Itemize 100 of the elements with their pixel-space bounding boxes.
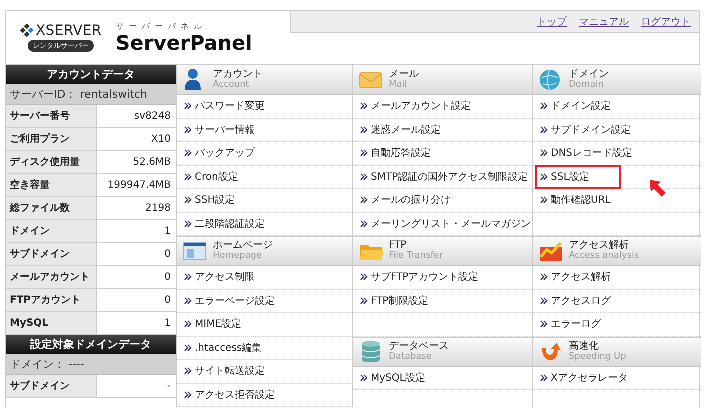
menu-link[interactable]: Cron設定 <box>181 168 242 186</box>
section-subtitle: Homepage <box>213 251 264 262</box>
stat-value: - <box>166 380 172 394</box>
stat-value: 52.6MB <box>132 156 172 170</box>
stat-label: メールアカウント <box>6 266 97 288</box>
menu-link[interactable]: アクセス拒否設定 <box>181 386 278 404</box>
menu-link[interactable]: アクセス解析 <box>537 268 614 286</box>
section-title: データベース <box>389 340 449 352</box>
chevron-icon <box>540 196 548 204</box>
nav-link[interactable]: ログアウト <box>641 14 691 28</box>
stat-label: サーバー番号 <box>6 105 97 127</box>
chevron-icon <box>184 273 192 282</box>
chevron-icon <box>540 320 548 328</box>
stat-value: X10 <box>150 132 172 146</box>
menu-link[interactable]: アクセスログ <box>537 292 614 310</box>
menu-link[interactable]: メーリングリスト・メールマガジン <box>357 214 534 233</box>
stat-label: ご利用プラン <box>6 128 97 150</box>
stat-label: 空き容量 <box>6 174 97 196</box>
chevron-icon <box>184 149 192 158</box>
menu-link[interactable]: バックアップ <box>181 144 258 162</box>
logo-title: ServerPanel <box>116 32 252 54</box>
panel-subheading: ドメイン： ---- <box>6 354 176 375</box>
chevron-icon <box>184 390 192 399</box>
chevron-icon <box>540 102 548 110</box>
stat-label: 総ファイル数 <box>6 197 97 219</box>
menu-link[interactable]: SSL設定 <box>537 166 620 187</box>
menu-link[interactable]: メールの振り分け <box>357 191 454 210</box>
chevron-icon <box>540 172 548 181</box>
chevron-icon <box>184 367 192 376</box>
chevron-icon <box>360 172 368 181</box>
menu-link[interactable]: 動作確認URL <box>537 191 614 210</box>
chevron-icon <box>360 126 368 134</box>
menu-link[interactable]: メールアカウント設定 <box>357 97 474 116</box>
stat-label: サブドメイン <box>6 375 97 397</box>
chevron-icon <box>540 273 548 282</box>
section-title: アクセス解析 <box>569 240 630 251</box>
diamonds-icon <box>20 24 34 38</box>
chart-icon <box>539 239 563 263</box>
menu-link[interactable]: DNSレコード設定 <box>537 144 636 162</box>
chevron-icon <box>360 102 368 110</box>
section-subtitle: Mail <box>389 80 408 90</box>
menu-link[interactable]: FTP制限設定 <box>357 292 432 310</box>
chevron-icon <box>184 102 192 110</box>
menu-link[interactable]: MySQL設定 <box>357 368 428 387</box>
stat-value: 0 <box>164 248 172 262</box>
stat-label: ドメイン <box>6 220 97 242</box>
menu-link[interactable]: パスワード変更 <box>181 97 268 116</box>
menu-link[interactable]: SMTP認証の国外アクセス制限設定 <box>357 168 532 186</box>
menu-link[interactable]: 二段階認証設定 <box>181 214 268 233</box>
menu-link[interactable]: サブFTPアカウント設定 <box>357 268 482 286</box>
menu-link[interactable]: エラーログ <box>537 315 604 334</box>
menu-link[interactable]: サイト転送設定 <box>181 362 268 380</box>
section-subtitle: Account <box>213 80 250 90</box>
section-subtitle: Database <box>389 352 433 362</box>
menu-link[interactable]: エラーページ設定 <box>181 292 278 310</box>
stat-value: sv8248 <box>133 110 172 124</box>
brand-name: XSERVER <box>36 23 102 39</box>
menu-link[interactable]: アクセス制限 <box>181 268 258 286</box>
chevron-icon <box>360 220 368 228</box>
section-title: 高速化 <box>569 340 600 352</box>
chevron-icon <box>360 273 368 282</box>
menu-link[interactable]: SSH設定 <box>181 191 238 210</box>
database-icon <box>359 340 383 364</box>
chevron-icon <box>184 320 192 328</box>
panel-heading: アカウントデータ <box>6 65 176 84</box>
stat-value: 2198 <box>144 202 172 216</box>
menu-link[interactable]: 自動応答設定 <box>357 144 434 162</box>
section-title: ドメイン <box>569 68 609 80</box>
menu-link[interactable]: MIME設定 <box>181 315 245 334</box>
chevron-icon <box>540 296 548 305</box>
globe-icon <box>539 68 563 92</box>
menu-link[interactable]: ドメイン設定 <box>537 97 614 116</box>
chevron-icon <box>360 149 368 158</box>
nav-link[interactable]: マニュアル <box>579 14 629 28</box>
stat-value: 0 <box>164 294 172 308</box>
section-subtitle: Access analysis <box>569 251 640 262</box>
chevron-icon <box>540 149 548 158</box>
chevron-icon <box>184 296 192 305</box>
nav-link[interactable]: トップ <box>537 14 567 28</box>
stat-label: ディスク使用量 <box>6 151 97 173</box>
stat-value: 1 <box>164 224 172 238</box>
chevron-icon <box>540 374 548 382</box>
menu-link[interactable]: Xアクセラレータ <box>537 368 631 387</box>
section-subtitle: File Transfer <box>389 251 444 262</box>
chevron-icon <box>184 126 192 134</box>
panel-heading: 設定対象ドメインデータ <box>6 335 176 354</box>
callout-arrow <box>649 178 667 198</box>
section-title: アカウント <box>213 68 263 80</box>
section-title: FTP <box>389 240 408 251</box>
menu-link[interactable]: 迷惑メール設定 <box>357 120 444 139</box>
chevron-icon <box>360 296 368 305</box>
menu-link[interactable]: .htaccess編集 <box>181 338 266 357</box>
chevron-icon <box>360 374 368 382</box>
menu-link[interactable]: サーバー情報 <box>181 120 258 139</box>
chevron-icon <box>360 196 368 204</box>
section-title: ホームページ <box>213 240 273 251</box>
menu-link[interactable]: サブドメイン設定 <box>537 120 634 139</box>
chevron-icon <box>184 196 192 204</box>
stat-label: MySQL <box>6 312 97 334</box>
stat-value: 0 <box>164 270 172 284</box>
